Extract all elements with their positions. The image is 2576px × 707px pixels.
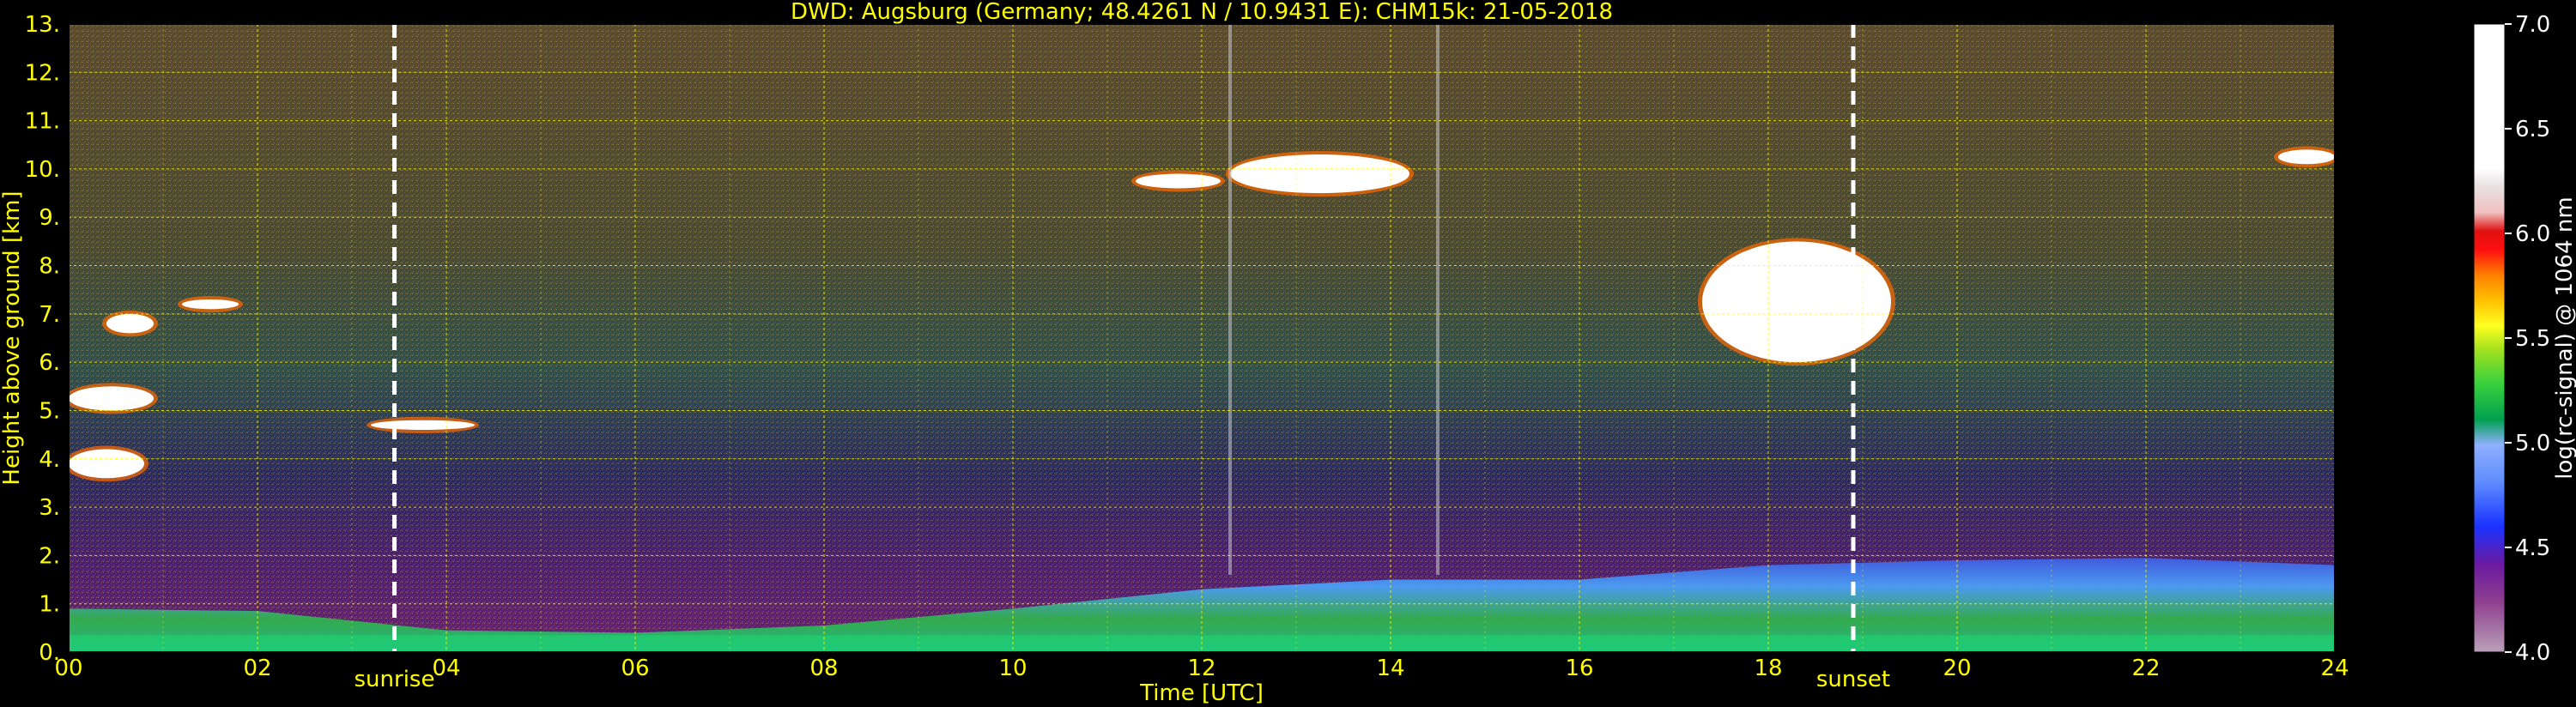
y-tick-label: 12.	[25, 60, 60, 86]
y-tick-label: 6.	[39, 350, 60, 376]
colorbar-tick-label: 6.5	[2515, 117, 2550, 142]
y-axis: 0. 1. 2. 3. 4. 5. 6. 7. 8. 9. 10. 11. 12. 13.	[25, 12, 69, 666]
x-tick-label: 06	[621, 656, 649, 681]
y-tick-label: 9.	[39, 205, 60, 231]
y-tick-label: 1.	[39, 592, 60, 618]
event-label-sunset: sunset	[1816, 667, 1890, 692]
y-tick-label: 3.	[39, 495, 60, 521]
colorbar-tick-label: 7.0	[2515, 12, 2550, 38]
cloud	[69, 449, 144, 479]
x-tick-label: 10	[998, 656, 1027, 681]
y-tick-label: 4.	[39, 447, 60, 473]
colorbar-tick-label: 5.0	[2515, 431, 2550, 456]
colorbar-tick-label: 5.5	[2515, 326, 2550, 352]
y-tick-label: 5.	[39, 398, 60, 424]
y-tick-label: 7.	[39, 302, 60, 328]
y-tick-label: 13.	[25, 12, 60, 38]
cloud	[1136, 173, 1221, 189]
y-tick-label: 0.	[39, 640, 60, 666]
cloud	[69, 386, 154, 411]
cloud	[182, 299, 239, 310]
cloud	[1230, 154, 1409, 194]
colorbar-tick-label: 6.0	[2515, 221, 2550, 247]
colorbar: 4.0 4.5 5.0 5.5 6.0 6.5 7.0 log(rc-signal) @ 1…	[2473, 12, 2576, 666]
y-tick-label: 11.	[25, 109, 60, 135]
x-tick-label: 22	[2131, 656, 2160, 681]
signal-streak	[1436, 24, 1440, 575]
x-tick-label: 18	[1754, 656, 1782, 681]
ceilometer-chart: 00 02 04 06 08 10 12 14 16 18 20 22 24 0.1.2.3.4.5.6…	[0, 0, 2576, 706]
y-tick-label: 8.	[39, 254, 60, 280]
x-tick-label: 02	[243, 656, 271, 681]
plot-area	[69, 24, 2335, 652]
cloud	[2278, 149, 2335, 165]
y-tick-label: 2.	[39, 543, 60, 569]
event-label-sunrise: sunrise	[355, 667, 435, 692]
cloud	[371, 420, 475, 430]
x-tick-label: 20	[1943, 656, 1971, 681]
colorbar-tick-label: 4.0	[2515, 640, 2550, 666]
colorbar-label: log(rc-signal) @ 1064 nm	[2552, 196, 2576, 479]
x-tick-label: 24	[2320, 656, 2349, 681]
y-tick-label: 10.	[25, 157, 60, 183]
colorbar-scale	[2473, 23, 2506, 653]
x-axis-label: Time [UTC]	[1139, 680, 1264, 706]
cloud	[106, 313, 154, 334]
x-tick-label: 04	[432, 656, 460, 681]
x-tick-label: 12	[1187, 656, 1215, 681]
colorbar-tick-label: 4.5	[2515, 535, 2550, 561]
x-tick-label: 14	[1376, 656, 1404, 681]
signal-streak	[1228, 24, 1232, 575]
y-axis-label: Height above ground [km]	[0, 190, 25, 485]
colorbar-ticks: 4.0 4.5 5.0 5.5 6.0 6.5 7.0	[2505, 12, 2550, 666]
x-tick-label: 16	[1565, 656, 1593, 681]
chart-title: DWD: Augsburg (Germany; 48.4261 N / 10.9…	[791, 0, 1613, 25]
x-tick-label: 08	[809, 656, 838, 681]
